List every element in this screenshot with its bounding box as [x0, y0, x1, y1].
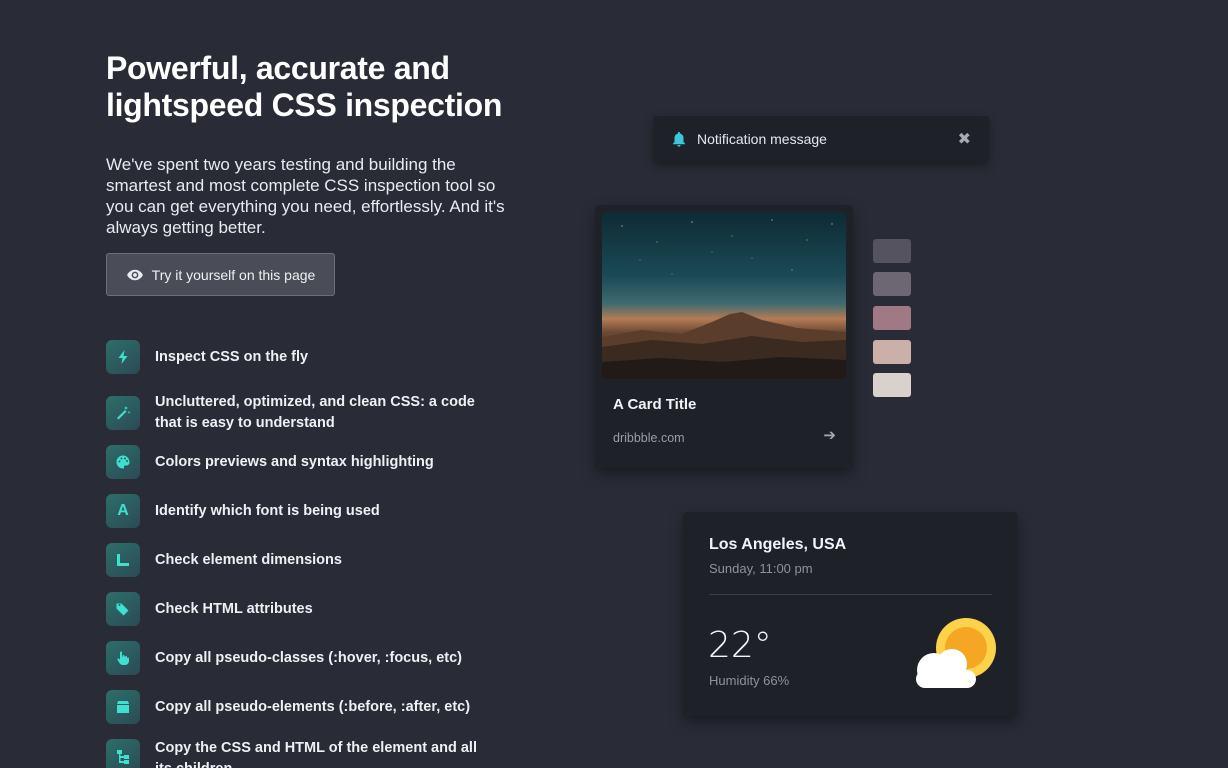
page-title-line1: Powerful, accurate and — [106, 50, 450, 86]
feature-item: Copy all pseudo-elements (:before, :afte… — [106, 690, 495, 724]
weather-widget: Los Angeles, USA Sunday, 11:00 pm 22° Hu… — [683, 512, 1018, 716]
bell-icon — [673, 132, 685, 147]
hero-description: We've spent two years testing and buildi… — [106, 155, 505, 237]
notification: Notification message ✖ — [653, 116, 989, 162]
weather-time: Sunday, 11:00 pm — [709, 561, 813, 576]
divider — [709, 594, 992, 595]
try-it-button[interactable]: Try it yourself on this page — [106, 253, 335, 296]
color-swatch[interactable] — [873, 340, 911, 364]
feature-text: Check HTML attributes — [155, 600, 313, 617]
color-swatch[interactable] — [873, 306, 911, 330]
feature-text: Check element dimensions — [155, 551, 342, 568]
card-link[interactable]: dribbble.com — [613, 431, 685, 445]
close-icon[interactable]: ✖ — [958, 129, 971, 149]
partly-cloudy-icon — [916, 618, 996, 688]
arrow-right-icon[interactable]: ➔ — [823, 426, 836, 444]
feature-item: Uncluttered, optimized, and clean CSS: a… — [106, 392, 495, 434]
feature-item: Copy all pseudo-classes (:hover, :focus,… — [106, 641, 495, 675]
hero: Powerful, accurate and lightspeed CSS in… — [106, 50, 506, 238]
color-swatch[interactable] — [873, 272, 911, 296]
feature-text: Uncluttered, optimized, and clean CSS: a… — [155, 394, 475, 431]
feature-item: Check element dimensions — [106, 543, 495, 577]
lightning-icon — [106, 340, 140, 374]
feature-item: Check HTML attributes — [106, 592, 495, 626]
weather-city: Los Angeles, USA — [709, 536, 847, 553]
tree-icon — [106, 739, 140, 768]
card-title: A Card Title — [613, 396, 697, 413]
weather-temperature: 22° — [708, 625, 772, 666]
feature-item: Copy the CSS and HTML of the element and… — [106, 739, 495, 768]
tag-icon — [106, 592, 140, 626]
try-it-label: Try it yourself on this page — [151, 266, 316, 283]
feature-text: Inspect CSS on the fly — [155, 348, 309, 365]
feature-item: Inspect CSS on the fly — [106, 340, 495, 374]
magic-wand-icon — [106, 396, 140, 430]
notification-message: Notification message — [697, 131, 827, 147]
color-swatch[interactable] — [873, 373, 911, 397]
feature-text: Colors previews and syntax highlighting — [155, 453, 434, 470]
page-title: Powerful, accurate and lightspeed CSS in… — [106, 50, 506, 124]
palette-icon — [106, 445, 140, 479]
weather-humidity: Humidity 66% — [709, 673, 790, 688]
feature-text: Identify which font is being used — [155, 502, 380, 519]
font-icon: A — [106, 494, 140, 528]
feature-text: Copy the CSS and HTML of the element and… — [155, 740, 477, 768]
card-image — [602, 212, 846, 379]
color-swatch[interactable] — [873, 239, 911, 263]
ruler-icon — [106, 543, 140, 577]
pointer-icon — [106, 641, 140, 675]
box-icon — [106, 690, 140, 724]
feature-item: Colors previews and syntax highlighting — [106, 445, 495, 479]
feature-text: Copy all pseudo-elements (:before, :afte… — [155, 698, 471, 715]
feature-text: Copy all pseudo-classes (:hover, :focus,… — [155, 649, 462, 666]
sample-card: A Card Title dribbble.com ➔ — [595, 205, 853, 468]
eye-icon — [126, 269, 143, 280]
page-title-line2: lightspeed CSS inspection — [106, 87, 503, 123]
feature-item: A Identify which font is being used — [106, 494, 495, 528]
